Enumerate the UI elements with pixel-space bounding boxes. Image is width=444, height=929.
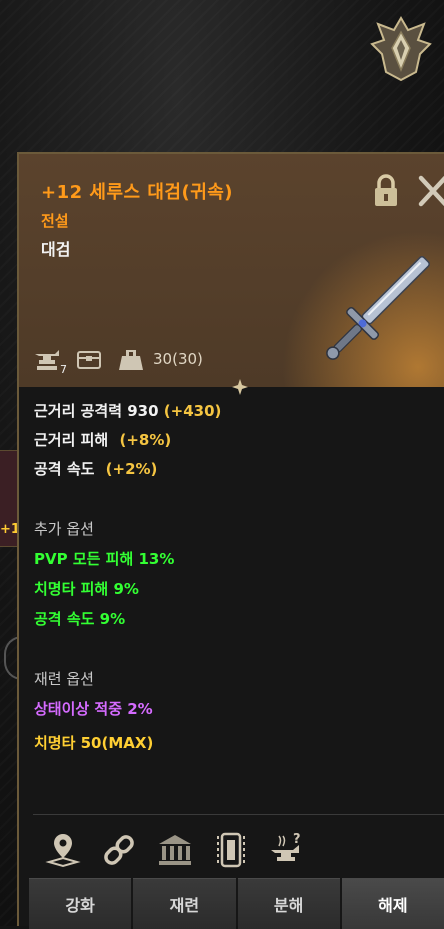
base-stat-bonus: (+8%) [119, 431, 172, 449]
weight-icon [117, 346, 145, 372]
unequip-button[interactable]: 해제 [341, 878, 444, 929]
refine-option-line: 상태이상 적중 2% [34, 700, 153, 718]
base-stat-row: 근거리 공격력 930 (+430) [34, 400, 221, 421]
location-pin-icon[interactable] [43, 830, 83, 870]
enhance-button[interactable]: 강화 [29, 878, 132, 929]
refine-option-line: 치명타 50(MAX) [34, 734, 154, 752]
chest-icon [75, 346, 103, 372]
base-stat-row: 근거리 피해 (+8%) [34, 429, 171, 450]
base-stat-bonus: (+2%) [105, 460, 158, 478]
item-type: 대검 [41, 240, 71, 259]
lock-icon[interactable] [372, 174, 400, 208]
extra-option-line: PVP 모든 피해 13% [34, 550, 175, 568]
action-button-bar: 강화 재련 분해 해제 [29, 878, 444, 929]
item-tooltip-panel: +12 세루스 대검(귀속) 전설 대검 7 30(30) 근거리 공격력 93… [17, 152, 444, 929]
close-icon[interactable] [416, 172, 444, 210]
refine-options-title: 재련 옵션 [34, 670, 94, 688]
enhance-count-badge: 7 [60, 363, 67, 376]
anvil-help-icon[interactable]: ? [267, 830, 307, 870]
bank-icon[interactable] [155, 830, 195, 870]
svg-text:?: ? [293, 832, 301, 847]
base-stat-label: 공격 속도 [34, 460, 95, 478]
link-icon[interactable] [99, 830, 139, 870]
divider-ornament-icon [232, 379, 248, 395]
extra-option-line: 치명타 피해 9% [34, 580, 139, 598]
item-header: +12 세루스 대검(귀속) 전설 대검 7 30(30) [19, 154, 444, 387]
anvil-icon: 7 [33, 346, 67, 376]
base-stat-label: 근거리 피해 [34, 431, 109, 449]
item-action-icons: ? [43, 828, 323, 872]
bottom-divider [33, 814, 444, 815]
refine-button[interactable]: 재련 [133, 878, 236, 929]
guild-emblem-icon[interactable] [368, 14, 434, 84]
base-stat-label: 근거리 공격력 930 [34, 402, 159, 420]
extra-options-title: 추가 옵션 [34, 520, 94, 538]
weight-value: 30(30) [153, 350, 203, 368]
item-name: +12 세루스 대검(귀속) [41, 182, 234, 203]
extra-option-line: 공격 속도 9% [34, 610, 126, 628]
item-attribute-icons: 7 30(30) [33, 344, 203, 376]
base-stat-row: 공격 속도 (+2%) [34, 458, 157, 479]
sword-item-icon [326, 256, 430, 360]
tablet-icon[interactable] [211, 830, 251, 870]
base-stat-bonus: (+430) [163, 402, 222, 420]
item-grade: 전설 [41, 212, 69, 230]
dismantle-button[interactable]: 분해 [237, 878, 340, 929]
